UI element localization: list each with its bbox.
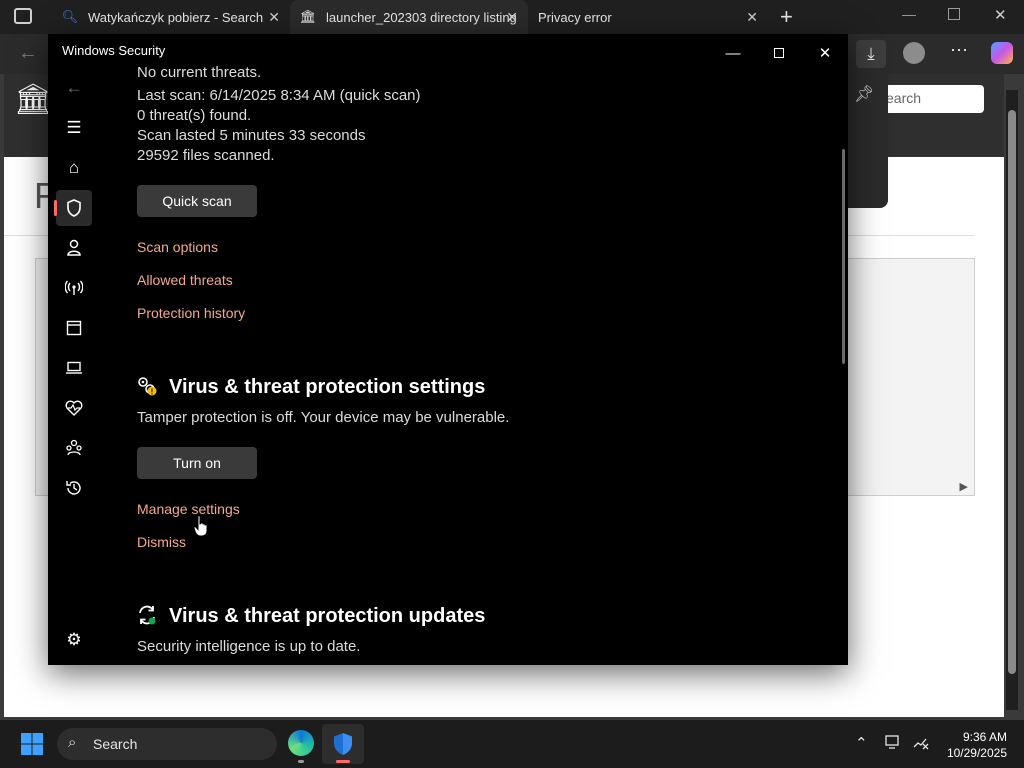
show-hidden-icons-icon[interactable]: ⌃: [855, 734, 868, 752]
clock[interactable]: 9:36 AM 10/29/2025: [935, 729, 1007, 761]
dismiss-link[interactable]: Dismiss: [137, 534, 186, 550]
threats-found-text: 0 threat(s) found.: [137, 107, 252, 124]
search-icon: ⌕: [68, 734, 77, 751]
scroll-right-icon[interactable]: ▶: [960, 480, 968, 493]
back-icon[interactable]: ←: [18, 42, 38, 65]
taskbar-edge-indicator: [298, 760, 304, 763]
window-title: Windows Security: [62, 43, 166, 58]
files-scanned-text: 29592 files scanned.: [137, 147, 275, 164]
close-icon[interactable]: ✕: [506, 9, 518, 26]
display-icon[interactable]: [885, 734, 901, 754]
hand-cursor-icon: [193, 515, 209, 542]
last-scan-text: Last scan: 6/14/2025 8:34 AM (quick scan…: [137, 87, 421, 104]
scan-duration-text: Scan lasted 5 minutes 33 seconds: [137, 127, 366, 144]
settings-icon[interactable]: ⚙︎: [56, 622, 92, 658]
manage-settings-link[interactable]: Manage settings: [137, 501, 240, 517]
menu-icon[interactable]: ☰: [56, 110, 92, 146]
tab-label: Privacy error: [538, 9, 612, 25]
back-icon[interactable]: ←: [56, 70, 92, 106]
home-icon[interactable]: ⌂: [56, 150, 92, 186]
shield-icon[interactable]: [54, 190, 92, 226]
search-icon: 🔍︎: [61, 9, 79, 24]
download-icon[interactable]: ⤓: [856, 40, 886, 68]
start-icon[interactable]: [20, 732, 44, 756]
svg-text:!: !: [151, 388, 154, 397]
tab-directory-listing[interactable]: 🏛︎ launcher_202303 directory listing ✕: [290, 0, 528, 34]
site-search-input[interactable]: earch: [880, 85, 984, 113]
browser-tab-bar: 🔍︎ Watykańczyk pobierz - Search ✕ 🏛︎ lau…: [0, 0, 1024, 34]
taskbar-search[interactable]: ⌕ Search: [57, 728, 277, 760]
close-browser-icon[interactable]: ✕: [994, 6, 1007, 24]
scan-options-link[interactable]: Scan options: [137, 239, 218, 255]
close-icon[interactable]: ✕: [268, 9, 280, 26]
tab-search[interactable]: 🔍︎ Watykańczyk pobierz - Search ✕: [52, 0, 290, 34]
close-icon[interactable]: ✕: [746, 9, 758, 26]
minimize-icon[interactable]: —: [710, 38, 756, 68]
tab-label: launcher_202303 directory listing: [326, 9, 517, 25]
tab-label: Watykańczyk pobierz - Search: [88, 9, 264, 25]
allowed-threats-link[interactable]: Allowed threats: [137, 272, 233, 288]
settings-gears-icon: !: [136, 375, 158, 402]
downloads-flyout: 📌︎: [848, 70, 888, 208]
updates-status-text: Security intelligence is up to date.: [137, 638, 361, 655]
network-icon[interactable]: [56, 270, 92, 306]
window-scrollbar[interactable]: [842, 149, 845, 364]
minimize-browser-icon[interactable]: —: [902, 6, 916, 22]
tamper-warning-text: Tamper protection is off. Your device ma…: [137, 409, 510, 426]
clock-date: 10/29/2025: [946, 746, 1007, 760]
app-browser-icon[interactable]: [56, 310, 92, 346]
defender-shield-icon: [334, 733, 352, 755]
new-tab-icon[interactable]: +: [780, 4, 793, 30]
archive-icon: 🏛︎: [299, 9, 317, 24]
edge-icon[interactable]: [288, 730, 314, 756]
threat-status: No current threats.: [137, 64, 262, 81]
clock-time: 9:36 AM: [962, 730, 1007, 744]
family-icon[interactable]: [56, 430, 92, 466]
taskbar-search-label: Search: [93, 736, 138, 752]
quick-scan-button[interactable]: Quick scan: [137, 185, 257, 217]
updates-heading: Virus & threat protection updates: [169, 605, 486, 627]
archive-logo-icon: 🏛︎: [14, 83, 53, 116]
tab-privacy-error[interactable]: Privacy error ✕: [528, 0, 768, 34]
taskbar-active-indicator: [336, 760, 350, 763]
history-icon[interactable]: [56, 470, 92, 506]
profile-icon[interactable]: [903, 42, 925, 64]
network-status-icon[interactable]: [912, 734, 930, 754]
restore-browser-icon[interactable]: [948, 8, 960, 20]
pin-icon[interactable]: 📌︎: [854, 84, 874, 104]
windows-security-window: Windows Security — ✕ ← ☰ ⌂ ⚙︎ No current…: [48, 34, 848, 665]
settings-heading: Virus & threat protection settings: [169, 376, 486, 398]
device-security-icon[interactable]: [56, 350, 92, 386]
browser-scroll-thumb[interactable]: [1008, 110, 1016, 674]
refresh-shield-icon: [136, 604, 158, 631]
health-icon[interactable]: [56, 390, 92, 426]
account-icon[interactable]: [56, 230, 92, 266]
maximize-icon[interactable]: [756, 38, 802, 68]
tab-actions-icon[interactable]: [14, 8, 32, 24]
more-icon[interactable]: ⋯: [950, 40, 968, 61]
close-icon[interactable]: ✕: [802, 38, 848, 68]
protection-history-link[interactable]: Protection history: [137, 305, 245, 321]
copilot-icon[interactable]: [991, 42, 1013, 64]
turn-on-button[interactable]: Turn on: [137, 447, 257, 479]
taskbar-security-button[interactable]: [322, 724, 364, 764]
